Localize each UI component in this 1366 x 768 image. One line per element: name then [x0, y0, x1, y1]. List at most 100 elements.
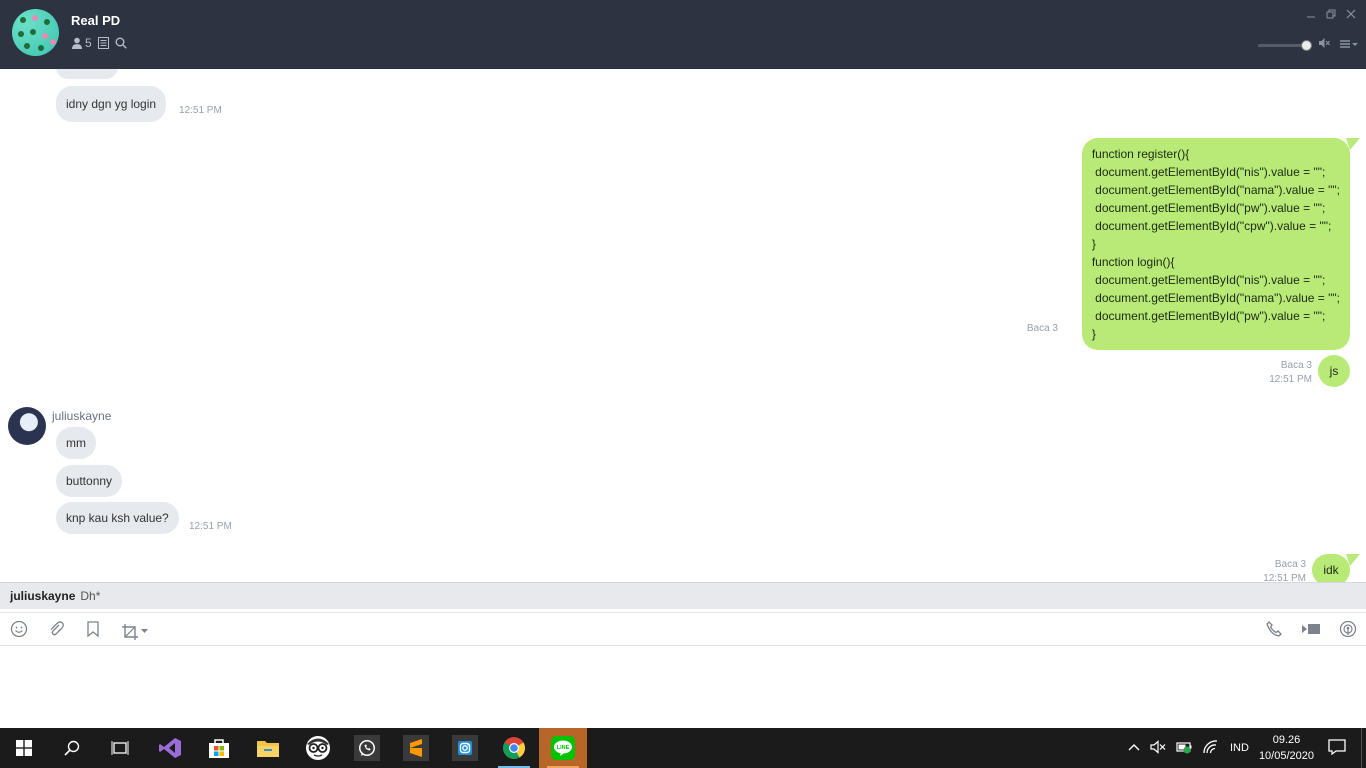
read-receipt: Baca 3: [1026, 323, 1058, 334]
taskbar-sublime-text[interactable]: [392, 728, 440, 768]
message-bubble[interactable]: [56, 69, 118, 79]
folder-icon: [257, 741, 279, 757]
svg-text:LINE: LINE: [557, 745, 570, 751]
video-call-icon[interactable]: [1301, 620, 1321, 643]
notice-message: Dh*: [80, 589, 101, 603]
clock-time: 09.26: [1272, 734, 1301, 746]
volume-slider[interactable]: [1258, 39, 1312, 51]
group-avatar[interactable]: [12, 9, 59, 56]
sublime-text-icon: [403, 735, 429, 761]
sender-name[interactable]: juliuskayne: [52, 409, 111, 423]
message-bubble[interactable]: js: [1318, 355, 1350, 387]
wifi-icon[interactable]: [1202, 739, 1218, 757]
message-bubble[interactable]: idk: [1312, 554, 1350, 582]
taskbar-chrome[interactable]: [490, 728, 538, 768]
code-line: }: [1091, 237, 1096, 251]
menu-icon[interactable]: [1340, 36, 1358, 54]
chrome-icon: [503, 737, 525, 759]
taskbar-visual-studio[interactable]: [146, 728, 194, 768]
visual-studio-icon: [159, 738, 181, 758]
notes-icon[interactable]: [97, 37, 109, 49]
code-line: document.getElementById("nama").value = …: [1091, 291, 1340, 305]
keep-icon[interactable]: [84, 620, 102, 643]
search-icon: [64, 740, 80, 756]
message-time: 12:51 PM: [179, 105, 222, 116]
read-receipt: Baca 3: [1280, 360, 1312, 371]
clock-date: 10/05/2020: [1258, 750, 1314, 762]
bubble-tail: [1346, 138, 1360, 150]
message-input[interactable]: [0, 646, 1366, 728]
close-icon[interactable]: [1346, 8, 1356, 22]
emoji-icon[interactable]: [10, 620, 28, 643]
minimize-icon[interactable]: [1306, 8, 1316, 22]
taskbar-nerd-app[interactable]: [294, 728, 342, 768]
store-icon: [209, 739, 229, 758]
system-tray: IND 09.26 10/05/2020: [1128, 728, 1366, 768]
notice-sender: juliuskayne: [10, 589, 76, 603]
message-bubble[interactable]: buttonny: [56, 465, 123, 497]
group-title[interactable]: Real PD: [71, 13, 120, 28]
taskbar-store[interactable]: [195, 728, 243, 768]
windows-icon: [16, 740, 32, 756]
code-line: }: [1091, 327, 1096, 341]
restore-icon[interactable]: [1326, 8, 1336, 22]
show-desktop-button[interactable]: [1361, 728, 1366, 768]
sender-avatar[interactable]: [8, 407, 46, 445]
code-line: document.getElementById("nama").value = …: [1091, 183, 1340, 197]
start-button[interactable]: [0, 728, 48, 768]
message-text: knp kau ksh value?: [66, 511, 169, 525]
clock[interactable]: 09.26 10/05/2020: [1259, 732, 1314, 764]
members-icon[interactable]: [71, 37, 83, 49]
screenshot-icon[interactable]: [121, 623, 148, 641]
chat-header: Real PD 5: [0, 0, 1366, 69]
code-line: document.getElementById("pw").value = ""…: [1091, 309, 1326, 323]
message-meta: Baca 3 12:51 PM: [1269, 359, 1312, 387]
code-line: document.getElementById("nis").value = "…: [1091, 165, 1326, 179]
search-icon[interactable]: [115, 37, 127, 49]
show-hidden-icons-icon[interactable]: [1128, 742, 1140, 754]
glasses-face-icon: [306, 736, 330, 760]
task-view-icon: [111, 741, 129, 755]
search-button[interactable]: [48, 728, 96, 768]
message-time: 12:51 PM: [189, 521, 232, 532]
message-time: 12:51 PM: [1269, 374, 1312, 385]
code-line: document.getElementById("cpw").value = "…: [1091, 219, 1332, 233]
taskbar-whatsapp[interactable]: [343, 728, 391, 768]
code-message-bubble[interactable]: function register(){ document.getElement…: [1081, 138, 1350, 350]
instagram-icon: [452, 735, 478, 761]
live-icon[interactable]: [1339, 620, 1357, 643]
message-text: buttonny: [66, 474, 113, 488]
code-line: document.getElementById("pw").value = ""…: [1091, 201, 1326, 215]
composer-toolbar: [0, 612, 1366, 646]
chat-area[interactable]: idny dgn yg login 12:51 PM Baca 3 functi…: [0, 69, 1366, 582]
code-line: function register(){: [1091, 147, 1190, 161]
action-center-icon[interactable]: [1328, 738, 1346, 758]
whatsapp-icon: [354, 735, 380, 761]
code-line: function login(){: [1091, 255, 1175, 269]
task-view-button[interactable]: [96, 728, 144, 768]
message-text: js: [1329, 364, 1339, 378]
taskbar-file-explorer[interactable]: [244, 728, 292, 768]
message-bubble[interactable]: mm: [56, 427, 96, 459]
battery-icon[interactable]: [1176, 740, 1192, 757]
mute-icon[interactable]: [1318, 36, 1330, 54]
message-bubble[interactable]: knp kau ksh value?: [56, 502, 179, 534]
taskbar-instagram-app[interactable]: [441, 728, 489, 768]
voice-call-icon[interactable]: [1265, 620, 1283, 643]
message-bubble[interactable]: idny dgn yg login: [56, 86, 167, 122]
message-text: idk: [1323, 563, 1339, 577]
message-text: mm: [66, 436, 86, 450]
taskbar-line[interactable]: LINE: [539, 728, 587, 768]
line-app-window: Real PD 5 idny dgn yg login 12:51 PM Bac…: [0, 0, 1366, 728]
volume-muted-icon[interactable]: [1150, 739, 1166, 757]
member-count[interactable]: 5: [85, 36, 92, 50]
input-language[interactable]: IND: [1230, 742, 1249, 754]
attachment-icon[interactable]: [47, 620, 65, 643]
windows-taskbar: LINE IND 09.26 10/05/2020: [0, 728, 1366, 768]
message-meta: Baca 3 12:51 PM: [1263, 558, 1306, 582]
bubble-tail: [1346, 554, 1360, 566]
read-receipt: Baca 3: [1274, 559, 1306, 570]
latest-message-notice[interactable]: juliuskayne Dh*: [0, 582, 1366, 609]
line-icon: LINE: [551, 736, 575, 760]
code-line: document.getElementById("nis").value = "…: [1091, 273, 1326, 287]
